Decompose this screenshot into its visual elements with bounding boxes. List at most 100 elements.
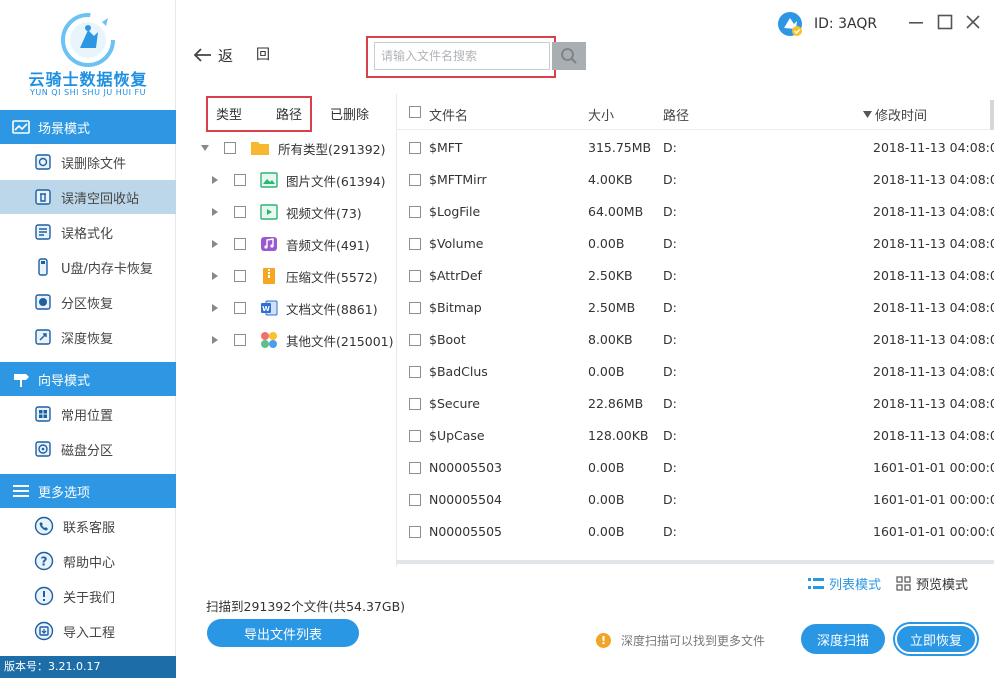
sidebar-item-help-center[interactable]: ? 帮助中心 (0, 544, 176, 578)
expand-right-icon[interactable] (212, 335, 224, 345)
file-path-cell: D: (663, 268, 677, 283)
table-row[interactable]: $UpCase 128.00KB D: 2018-11-13 04:08:00 (397, 420, 994, 452)
close-button[interactable] (963, 12, 983, 32)
column-header-size[interactable]: 大小 (588, 105, 614, 124)
row-checkbox[interactable] (409, 494, 421, 506)
column-header-modified[interactable]: 修改时间 (863, 105, 927, 124)
table-row[interactable]: $LogFile 64.00MB D: 2018-11-13 04:08:00 (397, 196, 994, 228)
table-row[interactable]: $Boot 8.00KB D: 2018-11-13 04:08:00 (397, 324, 994, 356)
home-button[interactable]: 回 (256, 44, 270, 64)
row-checkbox[interactable] (409, 462, 421, 474)
tab-path[interactable]: 路径 (276, 104, 302, 123)
search-icon (561, 48, 577, 64)
expand-right-icon[interactable] (212, 207, 224, 217)
row-checkbox[interactable] (409, 398, 421, 410)
horizontal-scrollbar[interactable] (396, 560, 994, 564)
tree-node-videos[interactable]: 视频文件(73) (212, 196, 410, 228)
search-button[interactable] (552, 42, 586, 70)
table-row[interactable]: $Secure 22.86MB D: 2018-11-13 04:08:00 (397, 388, 994, 420)
maximize-icon (937, 14, 953, 30)
checkbox[interactable] (234, 174, 246, 186)
row-checkbox[interactable] (409, 174, 421, 186)
table-row[interactable]: $AttrDef 2.50KB D: 2018-11-13 04:08:00 (397, 260, 994, 292)
file-size-cell: 128.00KB (588, 428, 649, 443)
expand-right-icon[interactable] (212, 271, 224, 281)
row-checkbox[interactable] (409, 302, 421, 314)
back-label: 返 (218, 46, 234, 65)
sidebar-item-import-project[interactable]: 导入工程 (0, 614, 176, 648)
table-row[interactable]: $Volume 0.00B D: 2018-11-13 04:08:00 (397, 228, 994, 260)
sidebar-item-format[interactable]: 误格式化 (0, 215, 176, 249)
row-checkbox[interactable] (409, 430, 421, 442)
row-checkbox[interactable] (409, 238, 421, 250)
row-checkbox[interactable] (409, 366, 421, 378)
preview-mode-button[interactable]: 预览模式 (896, 574, 968, 593)
table-row[interactable]: $MFT 315.75MB D: 2018-11-13 04:08:00 (397, 132, 994, 164)
tree-node-label: 视频文件(73) (286, 205, 362, 221)
row-checkbox[interactable] (409, 206, 421, 218)
tree-node-label: 音频文件(491) (286, 237, 370, 253)
tab-deleted[interactable]: 已删除 (330, 104, 369, 123)
file-time-cell: 2018-11-13 04:08:00 (873, 428, 994, 443)
tree-node-documents[interactable]: W 文档文件(8861) (212, 292, 410, 324)
sidebar-item-contact-support[interactable]: 联系客服 (0, 509, 176, 543)
file-time-cell: 1601-01-01 00:00:00 (873, 492, 994, 507)
deep-scan-button[interactable]: 深度扫描 (801, 624, 885, 654)
tree-node-other[interactable]: 其他文件(215001) (212, 324, 410, 356)
table-row[interactable]: N00005505 0.00B D: 1601-01-01 00:00:00 (397, 516, 994, 548)
checkbox[interactable] (234, 270, 246, 282)
recover-now-button[interactable]: 立即恢复 (895, 624, 977, 654)
row-checkbox[interactable] (409, 270, 421, 282)
tree-node-images[interactable]: 图片文件(61394) (212, 164, 410, 196)
tree-node-audio[interactable]: 音频文件(491) (212, 228, 410, 260)
table-row[interactable]: N00005504 0.00B D: 1601-01-01 00:00:00 (397, 484, 994, 516)
select-all-checkbox[interactable] (409, 106, 421, 118)
doc-file-icon: W (261, 300, 278, 316)
sidebar-item-about-us[interactable]: 关于我们 (0, 579, 176, 613)
expand-down-icon[interactable] (201, 143, 214, 153)
svg-text:?: ? (41, 555, 48, 569)
sidebar-item-label: 关于我们 (63, 590, 116, 606)
expand-right-icon[interactable] (212, 303, 224, 313)
sidebar-item-common-location[interactable]: 常用位置 (0, 397, 176, 431)
file-path-cell: D: (663, 172, 677, 187)
export-file-list-button[interactable]: 导出文件列表 (207, 619, 359, 647)
list-mode-button[interactable]: 列表模式 (808, 574, 881, 593)
file-name-cell: $AttrDef (429, 268, 482, 283)
file-time-cell: 2018-11-13 04:08:00 (873, 364, 994, 379)
checkbox[interactable] (234, 238, 246, 250)
sidebar-item-recycle-bin[interactable]: 误清空回收站 (0, 180, 176, 214)
table-row[interactable]: $MFTMirr 4.00KB D: 2018-11-13 04:08:00 (397, 164, 994, 196)
row-checkbox[interactable] (409, 334, 421, 346)
vertical-scrollbar[interactable] (990, 100, 994, 130)
row-checkbox[interactable] (409, 142, 421, 154)
expand-right-icon[interactable] (212, 175, 224, 185)
checkbox[interactable] (234, 334, 246, 346)
tree-node-all-types[interactable]: 所有类型(291392) (201, 132, 400, 164)
column-header-name[interactable]: 文件名 (429, 105, 468, 124)
sidebar-item-deleted-files[interactable]: 误删除文件 (0, 145, 176, 179)
checkbox[interactable] (224, 142, 236, 154)
back-button[interactable]: 返 (194, 42, 238, 68)
search-input[interactable] (374, 42, 550, 70)
tab-type[interactable]: 类型 (216, 104, 242, 123)
minimize-button[interactable] (906, 12, 926, 32)
user-id[interactable]: ID: 3AQR (776, 10, 877, 38)
file-time-cell: 2018-11-13 04:08:00 (873, 172, 994, 187)
row-checkbox[interactable] (409, 526, 421, 538)
list-view-icon (808, 577, 824, 589)
sidebar-item-partition[interactable]: 分区恢复 (0, 285, 176, 319)
column-header-path[interactable]: 路径 (663, 105, 689, 124)
table-row[interactable]: $Bitmap 2.50MB D: 2018-11-13 04:08:00 (397, 292, 994, 324)
tree-node-archives[interactable]: 压缩文件(5572) (212, 260, 410, 292)
sidebar-item-deep-recover[interactable]: 深度恢复 (0, 320, 176, 354)
expand-right-icon[interactable] (212, 239, 224, 249)
table-row[interactable]: $BadClus 0.00B D: 2018-11-13 04:08:00 (397, 356, 994, 388)
maximize-button[interactable] (935, 12, 955, 32)
table-row[interactable]: N00005503 0.00B D: 1601-01-01 00:00:00 (397, 452, 994, 484)
sidebar-item-usb[interactable]: U盘/内存卡恢复 (0, 250, 176, 284)
checkbox[interactable] (234, 302, 246, 314)
sidebar-item-disk-partition[interactable]: 磁盘分区 (0, 432, 176, 466)
file-size-cell: 0.00B (588, 524, 625, 539)
checkbox[interactable] (234, 206, 246, 218)
